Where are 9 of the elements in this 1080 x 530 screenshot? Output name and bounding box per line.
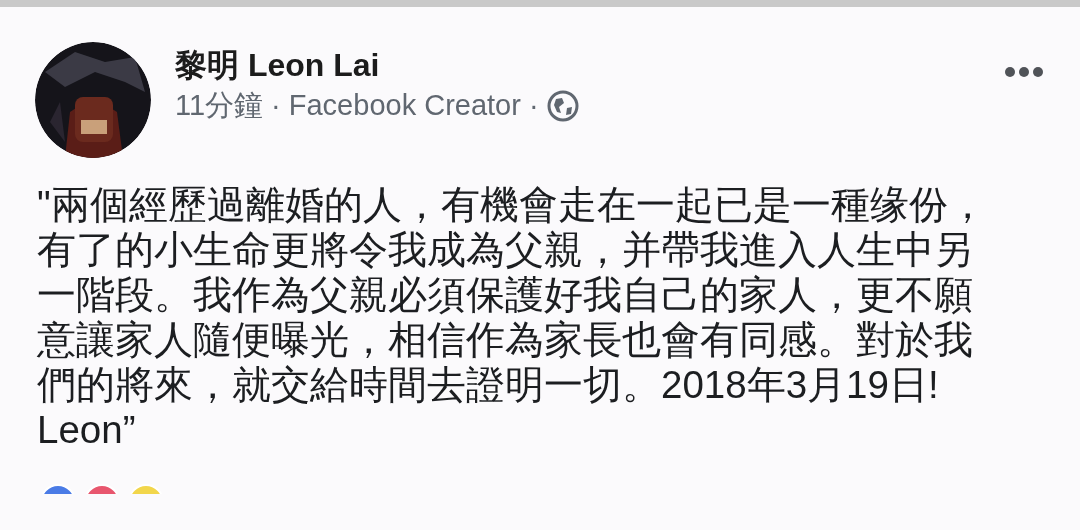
author-name[interactable]: 黎明 Leon Lai	[175, 46, 1004, 85]
app-name: Facebook Creator	[288, 88, 521, 124]
post-signature: Leon”	[37, 408, 136, 451]
separator: ·	[528, 88, 539, 124]
separator: ·	[271, 88, 281, 124]
more-options-icon[interactable]	[1004, 66, 1044, 78]
post-time[interactable]: 11分鐘	[175, 88, 264, 124]
globe-icon	[546, 89, 579, 122]
post-text: "兩個經歷過離婚的人，有機會走在一起已是一種缘份，有了的小生命更將令我成為父親，并帶我進入人生中另一階段。我作為父親必須保護好我自己的家人，更不願意讓家人隨便曝光，相信作為家長也會有同感。對於我們的將來，就交給時間去證明一切。2018年3月19日!	[37, 182, 988, 407]
